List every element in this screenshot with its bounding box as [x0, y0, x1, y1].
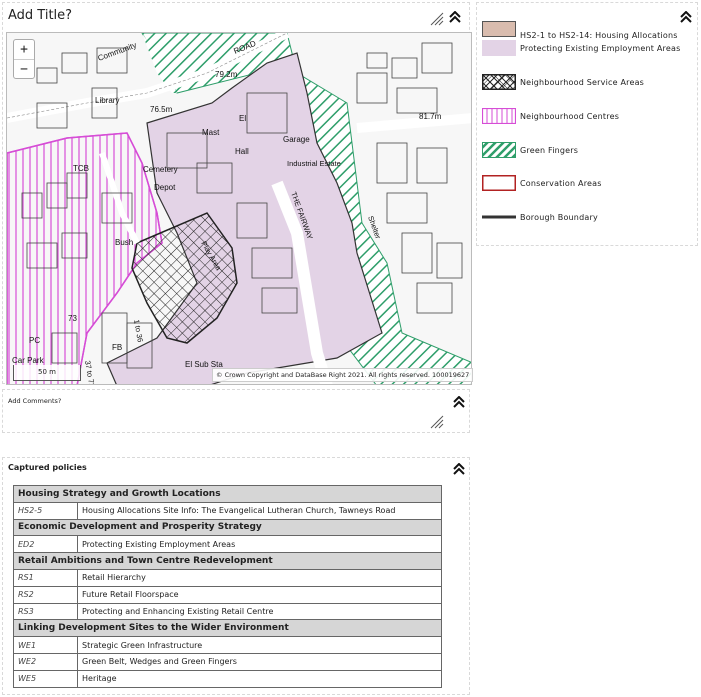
policies-title: Captured policies	[8, 463, 87, 472]
policy-text: Green Belt, Wedges and Green Fingers	[77, 652, 442, 671]
policy-code: WE1	[13, 636, 78, 654]
policy-text: Heritage	[77, 669, 442, 688]
policy-text: Protecting and Enhancing Existing Retail…	[77, 602, 442, 621]
boundary-swatch-icon	[482, 215, 516, 219]
map-label: Industrial Estate	[287, 159, 341, 168]
map-label: PC	[29, 336, 40, 345]
legend-item-centres: Neighbourhood Centres	[482, 108, 619, 124]
map-label: Mast	[202, 128, 220, 137]
zoom-out-button[interactable]: −	[14, 59, 34, 78]
resize-icon[interactable]	[430, 415, 444, 429]
table-row: RS1 Retail Hierarchy	[13, 568, 442, 587]
map-label: 81.7m	[419, 112, 442, 121]
conservation-swatch-icon	[482, 175, 516, 191]
legend-panel: HS2-1 to HS2-14: Housing Allocations Pro…	[476, 2, 698, 246]
policy-code: RS3	[13, 602, 78, 621]
map-label: 73	[68, 314, 77, 323]
map-label: El	[239, 114, 246, 123]
map-label: TCB	[73, 164, 89, 173]
legend-item-service: Neighbourhood Service Areas	[482, 74, 644, 90]
table-row: WE1 Strategic Green Infrastructure	[13, 636, 442, 654]
policies-panel: Captured policies Housing Strategy and G…	[2, 457, 470, 695]
legend-label: Green Fingers	[520, 145, 579, 155]
housing-swatch-icon	[482, 20, 516, 37]
legend-label: Conservation Areas	[520, 178, 602, 188]
map-label: Bush	[115, 238, 133, 247]
collapse-icon[interactable]	[680, 11, 692, 23]
map-view[interactable]: Community Library 79.2m 76.5m 81.7m ROAD…	[6, 32, 472, 385]
copyright-notice: © Crown Copyright and DataBase Right 202…	[212, 368, 474, 382]
policy-code: RS1	[13, 568, 78, 587]
map-label: Depot	[154, 183, 176, 192]
map-label: 76.5m	[150, 105, 173, 114]
policy-code: RS2	[13, 585, 78, 604]
table-row: ED2 Protecting Existing Employment Areas	[13, 535, 442, 554]
policy-text: Future Retail Floorspace	[77, 585, 442, 604]
legend-label: Neighbourhood Service Areas	[520, 77, 645, 87]
policy-text: Protecting Existing Employment Areas	[77, 535, 442, 554]
green-fingers-swatch-icon	[482, 142, 516, 158]
legend-item-employment: Protecting Existing Employment Areas	[482, 40, 680, 56]
map-label: Library	[95, 96, 119, 105]
policy-group-heading: Linking Development Sites to the Wider E…	[13, 619, 442, 638]
policies-table: Housing Strategy and Growth Locations HS…	[13, 485, 442, 688]
legend-label: Protecting Existing Employment Areas	[520, 43, 681, 53]
resize-icon[interactable]	[430, 12, 444, 26]
policy-text: Housing Allocations Site Info: The Evang…	[77, 501, 442, 520]
policy-group-heading: Housing Strategy and Growth Locations	[13, 485, 442, 503]
policy-group-row: Retail Ambitions and Town Centre Redevel…	[13, 552, 442, 570]
legend-label: Neighbourhood Centres	[520, 111, 620, 121]
policy-group-heading: Retail Ambitions and Town Centre Redevel…	[13, 552, 442, 570]
service-swatch-icon	[482, 74, 516, 90]
table-row: WE2 Green Belt, Wedges and Green Fingers	[13, 652, 442, 671]
table-row: HS2-5 Housing Allocations Site Info: The…	[13, 501, 442, 520]
policy-code: WE5	[13, 669, 78, 688]
policy-text: Strategic Green Infrastructure	[77, 636, 442, 654]
map-label: Hall	[235, 147, 249, 156]
scale-bar: 50 m	[13, 365, 81, 381]
table-row: WE5 Heritage	[13, 669, 442, 688]
table-row: RS3 Protecting and Enhancing Existing Re…	[13, 602, 442, 621]
policy-code: WE2	[13, 652, 78, 671]
comments-title[interactable]: Add Comments?	[8, 397, 61, 405]
legend-item-boundary: Borough Boundary	[482, 209, 598, 225]
centres-swatch-icon	[482, 108, 516, 124]
policy-text: Retail Hierarchy	[77, 568, 442, 587]
zoom-control: + −	[13, 39, 35, 79]
policy-code: HS2-5	[13, 501, 78, 520]
legend-label: HS2-1 to HS2-14: Housing Allocations	[520, 31, 678, 40]
legend-item-housing: HS2-1 to HS2-14: Housing Allocations	[482, 9, 678, 40]
legend-label: Borough Boundary	[520, 212, 598, 222]
legend-item-green: Green Fingers	[482, 142, 578, 158]
map-label: 79.2m	[215, 70, 238, 79]
comments-panel[interactable]: Add Comments?	[2, 389, 470, 433]
table-row: RS2 Future Retail Floorspace	[13, 585, 442, 604]
collapse-icon[interactable]	[449, 11, 461, 23]
employment-swatch-icon	[482, 40, 516, 56]
policy-code: ED2	[13, 535, 78, 554]
map-title[interactable]: Add Title?	[8, 8, 72, 23]
zoom-in-button[interactable]: +	[14, 40, 34, 59]
map-label: Car Park	[12, 356, 45, 365]
collapse-icon[interactable]	[453, 463, 465, 475]
map-panel: Add Title? Community Library 79.2m 76.5m…	[2, 2, 474, 385]
collapse-icon[interactable]	[453, 396, 465, 408]
policy-group-row: Linking Development Sites to the Wider E…	[13, 619, 442, 638]
policy-group-heading: Economic Development and Prosperity Stra…	[13, 518, 442, 537]
map-label: Garage	[283, 135, 310, 144]
policy-group-row: Housing Strategy and Growth Locations	[13, 485, 442, 503]
policy-group-row: Economic Development and Prosperity Stra…	[13, 518, 442, 537]
legend-item-conservation: Conservation Areas	[482, 175, 602, 191]
map-label: FB	[112, 343, 122, 352]
map-label: Cemetery	[143, 165, 178, 174]
